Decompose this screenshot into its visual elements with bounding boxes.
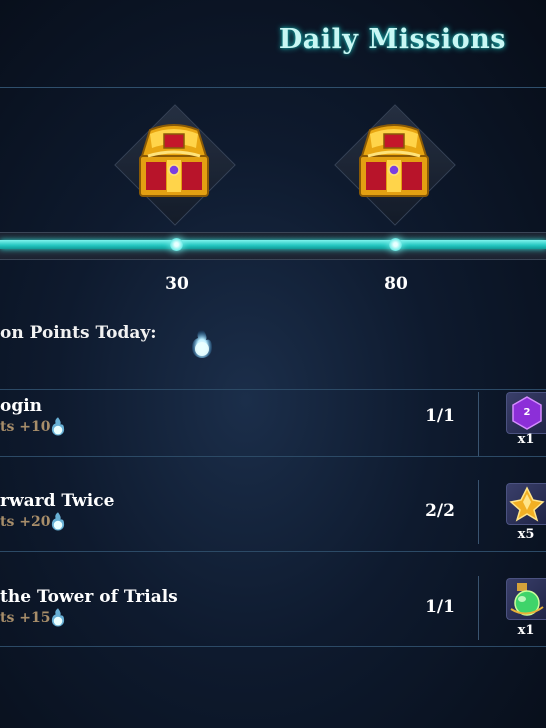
svg-text:2: 2 xyxy=(524,407,531,418)
reward-divider xyxy=(478,392,479,456)
page-title: Daily Missions xyxy=(278,24,506,55)
mission-reward: ts +15 xyxy=(0,610,51,626)
points-today-label: on Points Today: xyxy=(0,323,157,343)
mission-progress: 1/1 xyxy=(425,406,455,426)
treasure-chest-icon xyxy=(359,124,429,197)
mission-reward: ts +20 xyxy=(0,514,51,530)
progress-node-30 xyxy=(170,238,183,251)
reward-divider xyxy=(478,480,479,544)
milestone-label-30: 30 xyxy=(165,274,189,294)
reward-item-box[interactable]: 2 xyxy=(506,392,546,434)
mission-reward: ts +10 xyxy=(0,419,51,435)
progress-node-80 xyxy=(389,238,402,251)
reward-item-box[interactable] xyxy=(506,483,546,525)
reward-qty: x1 xyxy=(517,432,535,447)
treasure-chest-icon xyxy=(139,124,209,197)
blue-flame-icon xyxy=(192,328,212,358)
mission-name: the Tower of Trials xyxy=(0,587,178,607)
blue-flame-icon xyxy=(51,608,65,627)
milestone-chest-80[interactable] xyxy=(334,104,456,226)
row-divider xyxy=(0,551,546,552)
blue-flame-icon xyxy=(51,417,65,436)
reward-divider xyxy=(478,576,479,640)
mission-name: rward Twice xyxy=(0,491,115,511)
mission-name: ogin xyxy=(0,396,43,416)
milestone-label-80: 80 xyxy=(384,274,408,294)
header-divider xyxy=(0,87,546,88)
row-divider xyxy=(0,456,546,457)
reward-qty: x1 xyxy=(517,623,535,638)
row-divider xyxy=(0,646,546,647)
reward-qty: x5 xyxy=(517,527,535,542)
blue-flame-icon xyxy=(51,512,65,531)
mission-progress: 2/2 xyxy=(425,501,455,521)
green-potion-icon xyxy=(510,583,544,616)
mission-progress: 1/1 xyxy=(425,597,455,617)
reward-item-box[interactable] xyxy=(506,578,546,620)
row-divider xyxy=(0,389,546,390)
gold-crystal-icon xyxy=(509,486,545,522)
progress-fill xyxy=(0,240,546,249)
purple-ticket-icon: 2 xyxy=(512,396,542,430)
milestone-chest-30[interactable] xyxy=(114,104,236,226)
